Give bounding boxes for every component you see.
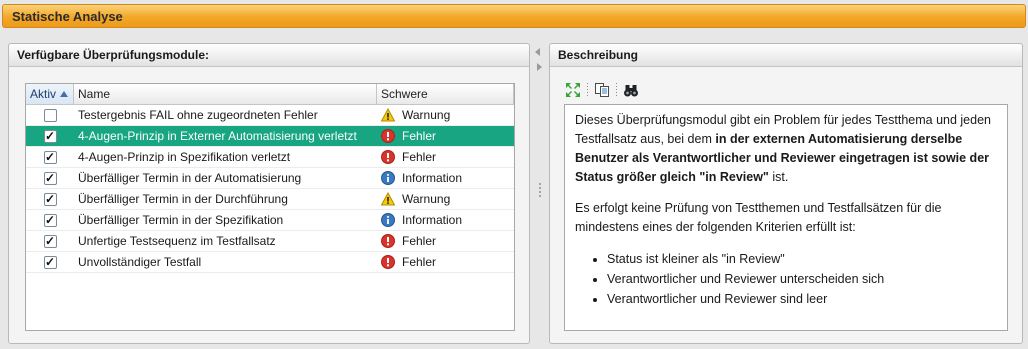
active-cell — [26, 105, 74, 125]
description-panel-title: Beschreibung — [550, 44, 1022, 67]
active-cell: ✓ — [26, 189, 74, 209]
info-icon — [381, 171, 395, 185]
module-name: Überfälliger Termin in der Automatisieru… — [78, 171, 302, 185]
severity-cell: Fehler — [377, 252, 514, 272]
active-checkbox[interactable]: ✓ — [43, 192, 57, 206]
table-row[interactable]: ✓ 4-Augen-Prinzip in Spezifikation verlet… — [26, 147, 514, 168]
criteria-item: Status ist kleiner als "in Review" — [607, 249, 997, 269]
table-header: Aktiv Name Schwere — [26, 84, 514, 105]
severity-label: Information — [402, 171, 463, 185]
active-checkbox[interactable]: ✓ — [43, 150, 57, 164]
table-row[interactable]: ✓ Überfälliger Termin in der Automatisier… — [26, 168, 514, 189]
warning-icon — [381, 108, 395, 122]
splitter-handle[interactable] — [539, 183, 541, 197]
criteria-item: Verantwortlicher und Reviewer unterschei… — [607, 269, 997, 289]
severity-cell: Fehler — [377, 231, 514, 251]
error-icon — [381, 255, 395, 269]
warning-icon — [381, 192, 395, 206]
table-row[interactable]: ✓ Überfälliger Termin in der Durchführung… — [26, 189, 514, 210]
table-row[interactable]: ✓ Unvollständiger Testfall Fehler — [26, 252, 514, 273]
sort-ascending-icon — [60, 91, 69, 97]
active-cell: ✓ — [26, 252, 74, 272]
collapse-left-arrow-icon[interactable] — [535, 48, 540, 56]
table-row[interactable]: ✓ Unfertige Testsequenz im Testfallsatz Fe… — [26, 231, 514, 252]
description-text: Dieses Überprüfungsmodul gibt ein Proble… — [564, 104, 1008, 331]
active-cell: ✓ — [26, 210, 74, 230]
table-row[interactable]: ✓ 4-Augen-Prinzip in Externer Automatisie… — [26, 126, 514, 147]
severity-cell: Fehler — [377, 126, 514, 146]
module-name: 4-Augen-Prinzip in Spezifikation verletz… — [78, 150, 291, 164]
severity-label: Warnung — [402, 192, 451, 206]
description-paragraph-1: Dieses Überprüfungsmodul gibt ein Proble… — [575, 111, 997, 187]
toolbar-separator — [587, 83, 588, 97]
severity-label: Fehler — [402, 150, 437, 164]
description-panel: Beschreibung Dieses Überprüfungsmodul gi… — [549, 43, 1023, 344]
active-cell: ✓ — [26, 126, 74, 146]
copy-button[interactable] — [593, 81, 611, 99]
binoculars-icon — [624, 85, 638, 97]
active-checkbox[interactable]: ✓ — [43, 213, 57, 227]
severity-cell: Fehler — [377, 147, 514, 167]
severity-label: Fehler — [402, 255, 437, 269]
module-name: 4-Augen-Prinzip in Externer Automatisier… — [78, 129, 357, 143]
collapse-right-arrow-icon[interactable] — [537, 63, 542, 71]
description-paragraph-2: Es erfolgt keine Prüfung von Testthemen … — [575, 201, 942, 234]
module-name: Überfälliger Termin in der Durchführung — [78, 192, 288, 206]
error-icon — [381, 129, 395, 143]
error-icon — [381, 234, 395, 248]
active-checkbox[interactable]: ✓ — [43, 255, 57, 269]
active-checkbox[interactable]: ✓ — [43, 234, 57, 248]
window-title-bar: Statische Analyse — [2, 4, 1026, 28]
module-name: Testergebnis FAIL ohne zugeordneten Fehl… — [78, 108, 318, 122]
window-title: Statische Analyse — [12, 9, 123, 24]
info-icon — [381, 213, 395, 227]
active-cell: ✓ — [26, 231, 74, 251]
column-header-active[interactable]: Aktiv — [26, 84, 74, 104]
severity-label: Fehler — [402, 234, 437, 248]
description-text-end: ist. — [768, 170, 789, 184]
toolbar-separator — [616, 83, 617, 97]
severity-label: Information — [402, 213, 463, 227]
modules-panel: Verfügbare Überprüfungsmodule: Aktiv Nam… — [8, 43, 530, 344]
module-name: Unvollständiger Testfall — [78, 255, 202, 269]
severity-cell: Information — [377, 168, 514, 188]
criteria-item: Verantwortlicher und Reviewer sind leer — [607, 289, 997, 309]
severity-cell: Warnung — [377, 105, 514, 125]
active-cell: ✓ — [26, 147, 74, 167]
module-name: Unfertige Testsequenz im Testfallsatz — [78, 234, 276, 248]
active-checkbox[interactable]: ✓ — [43, 129, 57, 143]
active-checkbox[interactable] — [43, 108, 57, 122]
active-cell: ✓ — [26, 168, 74, 188]
column-header-severity[interactable]: Schwere — [377, 84, 514, 104]
criteria-list: Status ist kleiner als "in Review" Veran… — [575, 249, 997, 309]
active-checkbox[interactable]: ✓ — [43, 171, 57, 185]
modules-panel-title: Verfügbare Überprüfungsmodule: — [9, 44, 529, 67]
expand-icon — [566, 83, 580, 97]
modules-table: Aktiv Name Schwere Testergebnis FAIL ohn… — [25, 83, 515, 331]
severity-label: Fehler — [402, 129, 437, 143]
column-header-active-label: Aktiv — [30, 87, 57, 101]
severity-label: Warnung — [402, 108, 451, 122]
copy-icon — [595, 83, 609, 97]
expand-button[interactable] — [564, 81, 582, 99]
table-body: Testergebnis FAIL ohne zugeordneten Fehl… — [26, 105, 514, 273]
module-name: Überfälliger Termin in der Spezifikation — [78, 213, 284, 227]
table-row[interactable]: Testergebnis FAIL ohne zugeordneten Fehl… — [26, 105, 514, 126]
severity-cell: Warnung — [377, 189, 514, 209]
severity-cell: Information — [377, 210, 514, 230]
description-toolbar — [564, 81, 644, 99]
find-button[interactable] — [622, 81, 640, 99]
table-row[interactable]: ✓ Überfälliger Termin in der Spezifikatio… — [26, 210, 514, 231]
column-header-name[interactable]: Name — [74, 84, 377, 104]
error-icon — [381, 150, 395, 164]
